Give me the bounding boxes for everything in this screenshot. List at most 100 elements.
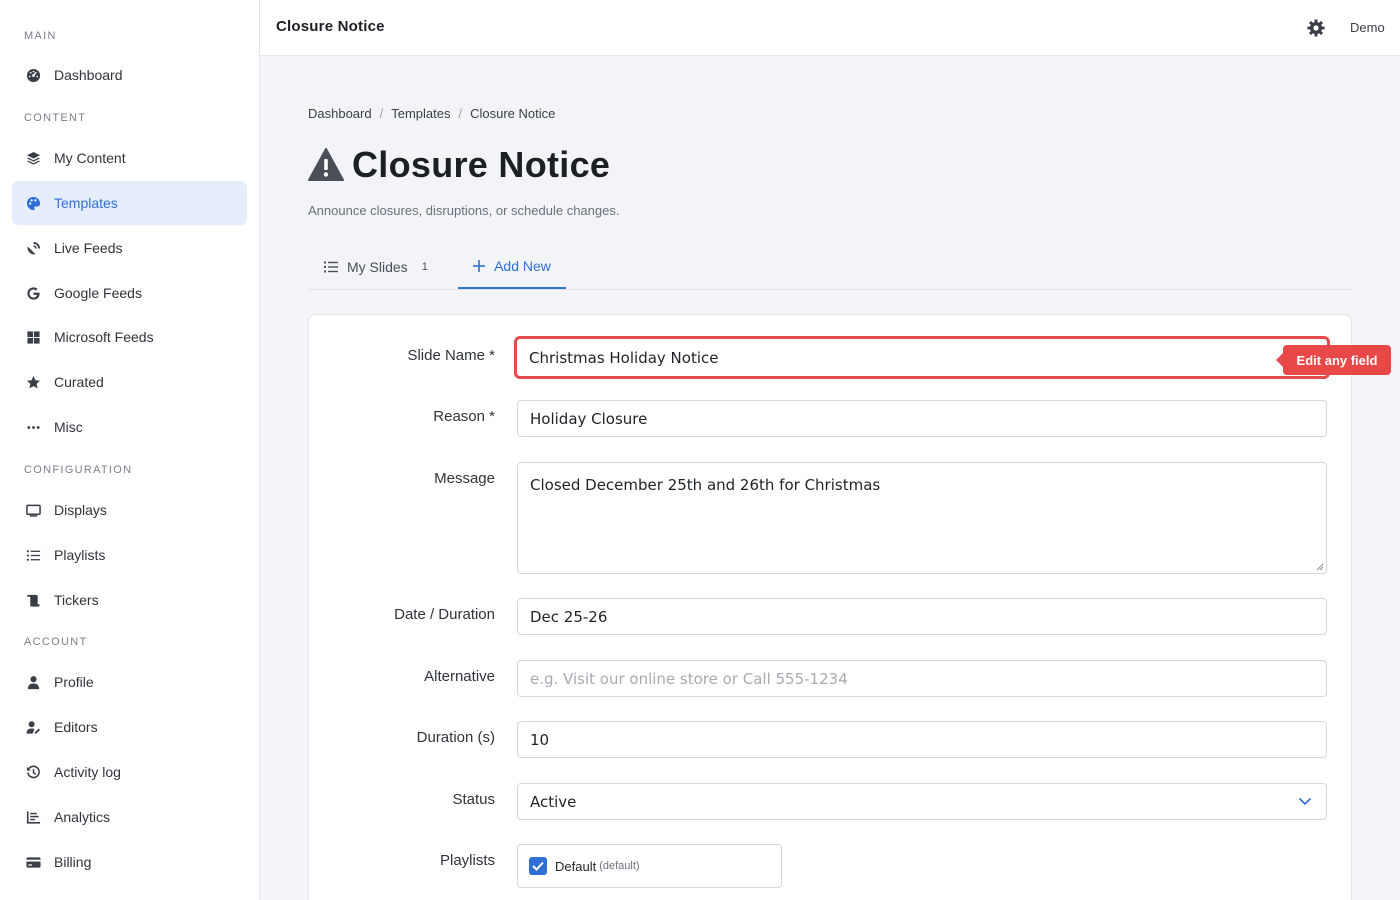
list-icon <box>324 261 338 273</box>
breadcrumb-separator: / <box>458 106 463 121</box>
playlists-label: Playlists <box>439 852 495 869</box>
gear-icon[interactable] <box>1306 18 1326 38</box>
tab-label: Add New <box>494 258 551 274</box>
sidebar-item-profile[interactable]: Profile <box>12 660 247 704</box>
sidebar-item-google-feeds[interactable]: Google Feeds <box>12 271 247 315</box>
breadcrumb-dashboard[interactable]: Dashboard <box>308 106 372 121</box>
message-textarea[interactable]: Closed December 25th and 26th for Christ… <box>517 462 1327 574</box>
sidebar-item-label: Playlists <box>54 547 106 563</box>
section-label-main: MAIN <box>24 30 57 42</box>
sidebar-item-displays[interactable]: Displays <box>12 488 247 532</box>
sidebar-item-templates[interactable]: Templates <box>12 181 247 225</box>
sidebar-item-label: Google Feeds <box>54 285 142 301</box>
sidebar-item-my-content[interactable]: My Content <box>12 136 247 180</box>
sidebar-item-label: Curated <box>54 374 104 390</box>
sidebar-item-activity-log[interactable]: Activity log <box>12 750 247 794</box>
plus-icon <box>473 260 486 272</box>
satellite-dish-icon <box>25 240 41 256</box>
sidebar-item-microsoft-feeds[interactable]: Microsoft Feeds <box>12 315 247 359</box>
gauge-icon <box>25 67 41 83</box>
sidebar-item-curated[interactable]: Curated <box>12 360 247 404</box>
sidebar-item-misc[interactable]: Misc <box>12 405 247 449</box>
sidebar-item-label: Analytics <box>54 809 111 825</box>
status-selected-value: Active <box>530 792 577 811</box>
google-icon <box>25 285 41 301</box>
playlist-default-note: (default) <box>599 860 640 872</box>
tab-add-new[interactable]: Add New <box>458 245 566 289</box>
chart-icon <box>25 809 41 825</box>
duration-input[interactable]: 10 <box>517 721 1327 758</box>
star-icon <box>25 374 41 390</box>
header-title: Closure Notice <box>276 18 385 35</box>
tab-bar: My Slides 1 Add New <box>308 245 1352 290</box>
sidebar-item-live-feeds[interactable]: Live Feeds <box>12 226 247 270</box>
message-label: Message <box>434 470 495 487</box>
breadcrumb-separator: / <box>379 106 384 121</box>
tab-count-badge: 1 <box>421 261 428 273</box>
sidebar-item-label: Billing <box>54 854 92 870</box>
user-icon <box>25 674 41 690</box>
sidebar-item-playlists[interactable]: Playlists <box>12 533 247 577</box>
sidebar-item-billing[interactable]: Billing <box>12 840 247 884</box>
playlist-name: Default <box>555 858 597 874</box>
list-icon <box>25 547 41 563</box>
sidebar-item-label: Templates <box>54 195 118 211</box>
reason-input[interactable]: Holiday Closure <box>517 400 1327 437</box>
section-label-account: ACCOUNT <box>24 636 88 648</box>
date-duration-label: Date / Duration <box>394 606 495 623</box>
checkbox-checked[interactable] <box>529 857 547 875</box>
sidebar-item-tickers[interactable]: Tickers <box>12 578 247 622</box>
sidebar-item-label: Editors <box>54 719 98 735</box>
credit-card-icon <box>25 854 41 870</box>
sidebar-item-dashboard[interactable]: Dashboard <box>12 53 247 97</box>
history-icon <box>25 764 41 780</box>
date-duration-input[interactable]: Dec 25-26 <box>517 598 1327 635</box>
sidebar-item-label: Dashboard <box>54 67 123 83</box>
breadcrumb: Dashboard / Templates / Closure Notice <box>308 106 555 121</box>
check-icon <box>532 861 544 871</box>
tab-my-slides[interactable]: My Slides 1 <box>324 245 428 289</box>
user-edit-icon <box>25 719 41 735</box>
sidebar-item-label: Tickers <box>54 592 99 608</box>
sidebar-item-label: Misc <box>54 419 83 435</box>
edit-tooltip: Edit any field <box>1276 345 1391 375</box>
resize-handle-icon[interactable] <box>1316 563 1324 571</box>
layers-icon <box>25 150 41 166</box>
palette-icon <box>25 195 41 211</box>
section-label-content: CONTENT <box>24 112 87 124</box>
warning-icon <box>308 148 344 181</box>
slide-name-input[interactable]: Christmas Holiday Notice <box>514 336 1330 379</box>
top-bar: Closure Notice Demo <box>260 0 1400 56</box>
page-subtitle: Announce closures, disruptions, or sched… <box>308 203 620 218</box>
duration-label: Duration (s) <box>416 729 495 746</box>
message-text: Closed December 25th and 26th for Christ… <box>530 476 881 494</box>
sidebar-item-label: My Content <box>54 150 126 166</box>
sidebar-item-label: Activity log <box>54 764 121 780</box>
reason-label: Reason * <box>433 408 495 425</box>
status-select[interactable]: Active <box>517 783 1327 820</box>
user-menu[interactable]: Demo <box>1350 20 1385 35</box>
alternative-input[interactable]: e.g. Visit our online store or Call 555-… <box>517 660 1327 697</box>
page-title-text: Closure Notice <box>352 144 611 185</box>
sidebar-item-label: Profile <box>54 674 94 690</box>
alternative-label: Alternative <box>424 668 495 685</box>
sidebar-item-label: Live Feeds <box>54 240 123 256</box>
playlist-option-default[interactable]: Default (default) <box>517 844 782 888</box>
status-label: Status <box>452 791 495 808</box>
windows-icon <box>25 329 41 345</box>
page-title: Closure Notice <box>308 144 610 186</box>
sidebar-item-label: Displays <box>54 502 107 518</box>
section-label-configuration: CONFIGURATION <box>24 464 133 476</box>
scroll-icon <box>25 592 41 608</box>
sidebar: MAIN Dashboard CONTENT My Content Templa… <box>0 0 260 900</box>
tab-label: My Slides <box>347 259 408 275</box>
sidebar-item-label: Microsoft Feeds <box>54 329 154 345</box>
monitor-icon <box>25 502 41 518</box>
chevron-down-icon <box>1298 797 1312 806</box>
breadcrumb-templates[interactable]: Templates <box>391 106 450 121</box>
slide-name-label: Slide Name * <box>407 347 495 364</box>
sidebar-item-analytics[interactable]: Analytics <box>12 795 247 839</box>
sidebar-item-editors[interactable]: Editors <box>12 705 247 749</box>
ellipsis-icon <box>25 419 41 435</box>
breadcrumb-current: Closure Notice <box>470 106 556 121</box>
